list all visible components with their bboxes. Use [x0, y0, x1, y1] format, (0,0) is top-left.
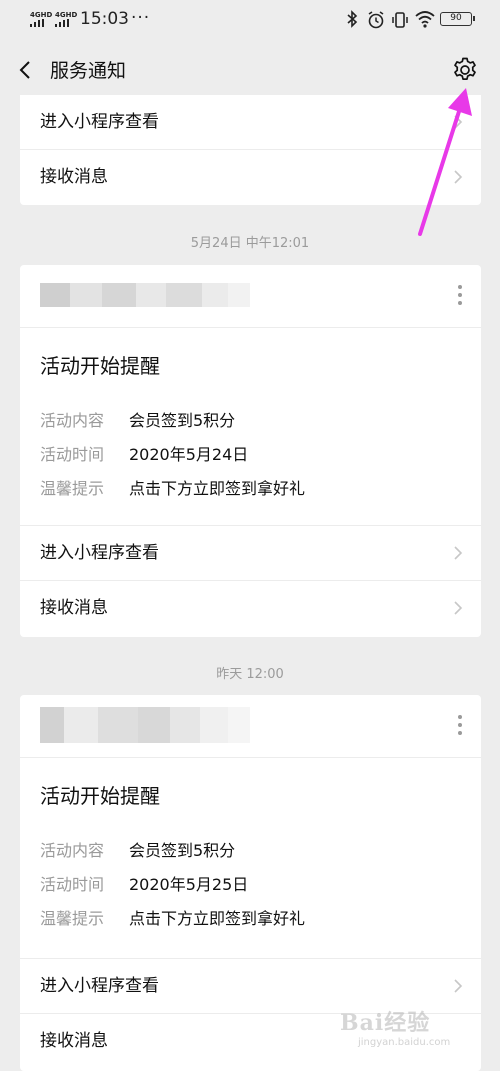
receive-messages-row[interactable]: 接收消息 [20, 581, 481, 636]
message-details: 活动内容 会员签到5积分 活动时间 2020年5月25日 温馨提示 点击下方立即签到拿… [40, 834, 481, 936]
receive-messages-row[interactable]: 接收消息 [20, 150, 481, 205]
alarm-icon [368, 11, 384, 29]
row-label: 接收消息 [40, 1031, 108, 1051]
detail-value: 2020年5月24日 [129, 445, 249, 464]
message-card: 活动开始提醒 活动内容 会员签到5积分 活动时间 2020年5月24日 温馨提示 点击… [20, 265, 481, 637]
cell-signal-1-icon: 4GHD [30, 11, 53, 27]
chevron-right-icon [454, 601, 463, 615]
open-miniprogram-row[interactable]: 进入小程序查看 [20, 526, 481, 581]
detail-value: 会员签到5积分 [129, 411, 236, 430]
back-icon[interactable] [14, 58, 38, 82]
cell-signal-2-icon: 4GHD [55, 11, 78, 27]
gear-icon[interactable] [451, 56, 479, 84]
detail-label: 活动时间 [40, 875, 105, 894]
row-label: 接收消息 [40, 167, 108, 187]
chevron-right-icon [454, 170, 463, 184]
status-time: 15:03 [80, 9, 129, 29]
detail-label: 温馨提示 [40, 909, 105, 928]
signal-1-label: 4GHD [30, 11, 53, 19]
detail-row: 活动内容 会员签到5积分 [40, 834, 481, 868]
detail-value: 会员签到5积分 [129, 841, 236, 860]
detail-value: 点击下方立即签到拿好礼 [129, 909, 306, 928]
detail-value: 2020年5月25日 [129, 875, 249, 894]
detail-label: 活动内容 [40, 411, 105, 430]
open-miniprogram-row[interactable]: 进入小程序查看 [20, 95, 481, 150]
vibrate-icon [392, 12, 408, 28]
detail-value: 点击下方立即签到拿好礼 [129, 479, 306, 498]
detail-label: 活动时间 [40, 445, 105, 464]
status-more: ··· [131, 8, 151, 28]
message-title: 活动开始提醒 [40, 354, 160, 378]
message-title: 活动开始提醒 [40, 784, 160, 808]
message-timestamp: 5月24日 中午12:01 [190, 236, 310, 251]
blurred-sender-name [40, 707, 250, 743]
chevron-right-icon [454, 115, 463, 129]
detail-row: 温馨提示 点击下方立即签到拿好礼 [40, 472, 481, 506]
message-timestamp: 昨天 12:00 [216, 667, 284, 682]
message-details: 活动内容 会员签到5积分 活动时间 2020年5月24日 温馨提示 点击下方立即签到拿… [40, 404, 481, 506]
row-label: 进入小程序查看 [40, 976, 159, 996]
card-header [20, 265, 481, 328]
bluetooth-icon [347, 10, 358, 28]
card-header [20, 695, 481, 758]
detail-label: 活动内容 [40, 841, 105, 860]
row-label: 接收消息 [40, 598, 108, 618]
detail-row: 活动时间 2020年5月24日 [40, 438, 481, 472]
row-label: 进入小程序查看 [40, 543, 159, 563]
detail-row: 温馨提示 点击下方立即签到拿好礼 [40, 902, 481, 936]
vertical-dots-icon[interactable] [453, 283, 467, 309]
detail-row: 活动时间 2020年5月25日 [40, 868, 481, 902]
detail-row: 活动内容 会员签到5积分 [40, 404, 481, 438]
blurred-sender-name [40, 283, 250, 307]
status-bar: 4GHD 4GHD 15:03 ··· 90 [0, 0, 500, 40]
battery-level: 90 [450, 13, 462, 23]
chevron-right-icon [454, 546, 463, 560]
chevron-right-icon [454, 979, 463, 993]
wifi-icon [415, 11, 435, 28]
watermark-url: jingyan.baidu.com [358, 1037, 451, 1048]
watermark-logo: Bai经验 [340, 1010, 431, 1036]
row-label: 进入小程序查看 [40, 112, 159, 132]
message-card-previous: 进入小程序查看 接收消息 [20, 95, 481, 205]
page-title: 服务通知 [50, 60, 127, 82]
nav-bar: 服务通知 [0, 40, 500, 100]
detail-label: 温馨提示 [40, 479, 105, 498]
vertical-dots-icon[interactable] [453, 713, 467, 739]
battery-icon: 90 [440, 12, 475, 26]
signal-2-label: 4GHD [55, 11, 78, 19]
